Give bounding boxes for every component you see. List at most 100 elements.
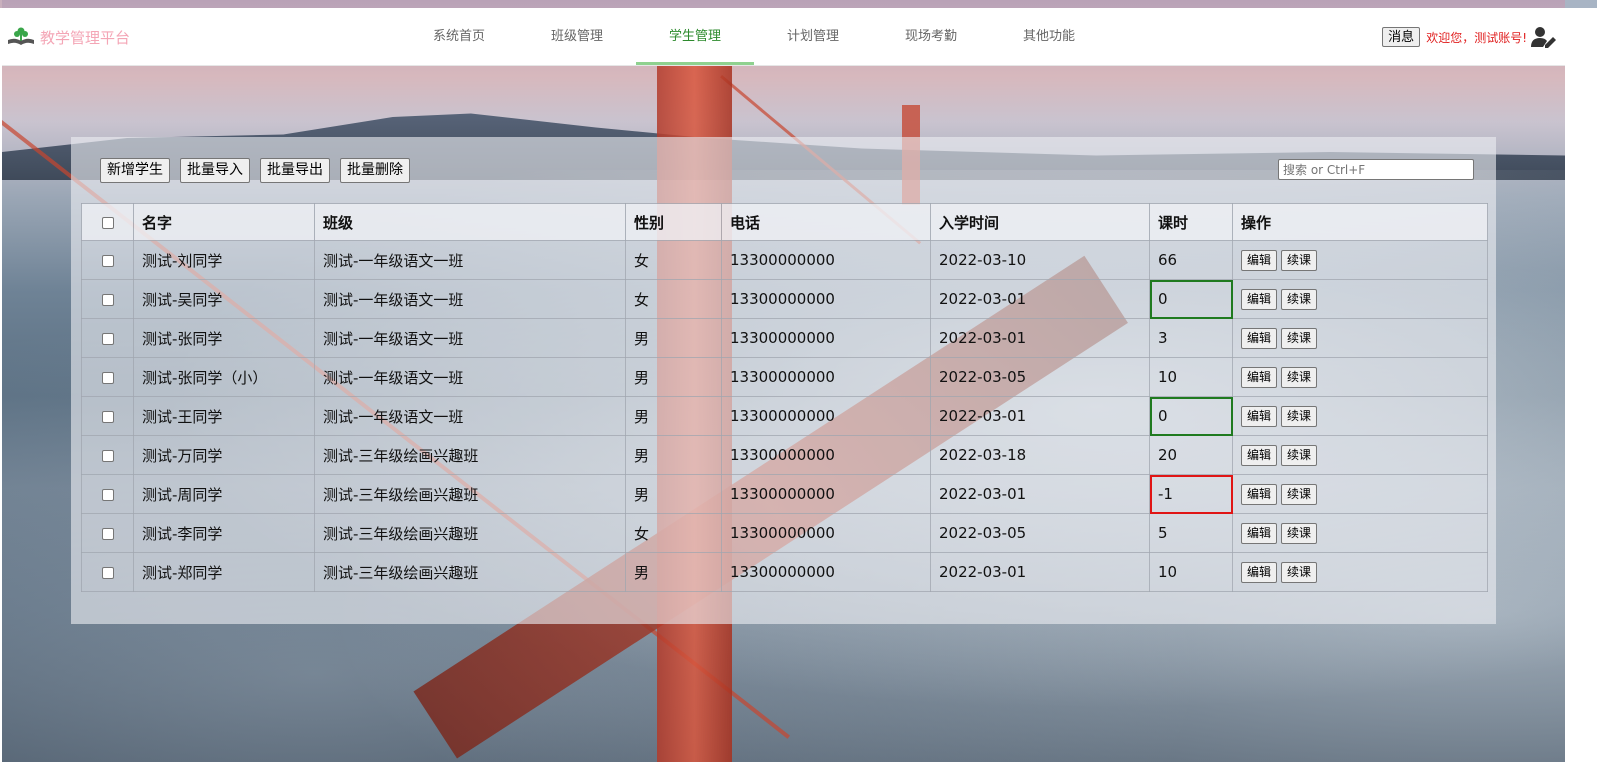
student-gender: 女 <box>625 240 722 280</box>
table-row: 测试-万同学 测试-三年级绘画兴趣班 男 13300000000 2022-03… <box>81 435 1488 475</box>
renew-button[interactable]: 续课 <box>1281 561 1318 583</box>
student-enroll-date: 2022-03-01 <box>930 396 1150 436</box>
row-select-cell <box>81 435 134 475</box>
student-name: 测试-郑同学 <box>133 552 315 592</box>
row-actions: 编辑 续课 <box>1232 357 1488 397</box>
student-gender: 女 <box>625 513 722 553</box>
renew-button[interactable]: 续课 <box>1281 366 1318 388</box>
nav-item-other[interactable]: 其他功能 <box>990 8 1108 65</box>
nav-item-attendance[interactable]: 现场考勤 <box>872 8 990 65</box>
student-enroll-date: 2022-03-01 <box>930 318 1150 358</box>
table-row: 测试-张同学 测试-一年级语文一班 男 13300000000 2022-03-… <box>81 318 1488 358</box>
student-phone: 13300000000 <box>721 513 931 553</box>
student-class: 测试-一年级语文一班 <box>314 318 626 358</box>
student-phone: 13300000000 <box>721 357 931 397</box>
renew-button[interactable]: 续课 <box>1281 444 1318 466</box>
nav-item-classes[interactable]: 班级管理 <box>518 8 636 65</box>
row-select-cell <box>81 396 134 436</box>
student-gender: 男 <box>625 357 722 397</box>
row-select-cell <box>81 474 134 514</box>
nav-item-home[interactable]: 系统首页 <box>400 8 518 65</box>
renew-button[interactable]: 续课 <box>1281 522 1318 544</box>
row-checkbox[interactable] <box>101 527 114 540</box>
book-plant-icon <box>8 27 34 45</box>
edit-button[interactable]: 编辑 <box>1241 561 1278 583</box>
search-input[interactable] <box>1278 159 1474 180</box>
student-panel: 新增学生 批量导入 批量导出 批量删除 名字 班级 性别 电话 入学时间 课时 <box>71 137 1496 624</box>
select-all-cell <box>81 203 134 241</box>
row-select-cell <box>81 357 134 397</box>
row-actions: 编辑 续课 <box>1232 435 1488 475</box>
row-checkbox[interactable] <box>101 449 114 462</box>
header-name: 名字 <box>133 203 315 241</box>
add-student-button[interactable]: 新增学生 <box>100 158 170 183</box>
batch-delete-button[interactable]: 批量删除 <box>340 158 410 183</box>
student-enroll-date: 2022-03-05 <box>930 513 1150 553</box>
header-enroll-date: 入学时间 <box>930 203 1150 241</box>
edit-button[interactable]: 编辑 <box>1241 405 1278 427</box>
student-enroll-date: 2022-03-10 <box>930 240 1150 280</box>
student-hours: 10 <box>1149 357 1233 397</box>
student-name: 测试-周同学 <box>133 474 315 514</box>
row-actions: 编辑 续课 <box>1232 396 1488 436</box>
student-class: 测试-一年级语文一班 <box>314 279 626 319</box>
student-class: 测试-三年级绘画兴趣班 <box>314 513 626 553</box>
edit-button[interactable]: 编辑 <box>1241 327 1278 349</box>
row-actions: 编辑 续课 <box>1232 513 1488 553</box>
edit-button[interactable]: 编辑 <box>1241 483 1278 505</box>
table-row: 测试-张同学（小） 测试-一年级语文一班 男 13300000000 2022-… <box>81 357 1488 397</box>
row-actions: 编辑 续课 <box>1232 279 1488 319</box>
student-class: 测试-一年级语文一班 <box>314 357 626 397</box>
logo[interactable]: 教学管理平台 <box>6 25 130 49</box>
student-hours: 20 <box>1149 435 1233 475</box>
batch-import-button[interactable]: 批量导入 <box>180 158 250 183</box>
student-class: 测试-一年级语文一班 <box>314 240 626 280</box>
renew-button[interactable]: 续课 <box>1281 405 1318 427</box>
row-select-cell <box>81 318 134 358</box>
student-enroll-date: 2022-03-01 <box>930 474 1150 514</box>
student-gender: 男 <box>625 435 722 475</box>
row-checkbox[interactable] <box>101 293 114 306</box>
select-all-checkbox[interactable] <box>101 216 114 229</box>
batch-export-button[interactable]: 批量导出 <box>260 158 330 183</box>
table-row: 测试-李同学 测试-三年级绘画兴趣班 女 13300000000 2022-03… <box>81 513 1488 553</box>
row-select-cell <box>81 513 134 553</box>
row-actions: 编辑 续课 <box>1232 552 1488 592</box>
student-phone: 13300000000 <box>721 552 931 592</box>
edit-button[interactable]: 编辑 <box>1241 288 1278 310</box>
edit-button[interactable]: 编辑 <box>1241 366 1278 388</box>
student-enroll-date: 2022-03-05 <box>930 357 1150 397</box>
row-checkbox[interactable] <box>101 566 114 579</box>
row-select-cell <box>81 240 134 280</box>
row-checkbox[interactable] <box>101 371 114 384</box>
student-phone: 13300000000 <box>721 435 931 475</box>
renew-button[interactable]: 续课 <box>1281 249 1318 271</box>
nav-item-plans[interactable]: 计划管理 <box>754 8 872 65</box>
messages-button[interactable]: 消息 <box>1382 27 1421 47</box>
row-select-cell <box>81 552 134 592</box>
row-checkbox[interactable] <box>101 254 114 267</box>
row-select-cell <box>81 279 134 319</box>
edit-button[interactable]: 编辑 <box>1241 522 1278 544</box>
student-enroll-date: 2022-03-18 <box>930 435 1150 475</box>
nav-item-students[interactable]: 学生管理 <box>636 8 754 65</box>
renew-button[interactable]: 续课 <box>1281 483 1318 505</box>
student-name: 测试-吴同学 <box>133 279 315 319</box>
edit-button[interactable]: 编辑 <box>1241 444 1278 466</box>
edit-button[interactable]: 编辑 <box>1241 249 1278 271</box>
student-gender: 男 <box>625 318 722 358</box>
main-nav: 系统首页 班级管理 学生管理 计划管理 现场考勤 其他功能 <box>400 8 1108 65</box>
student-hours: 5 <box>1149 513 1233 553</box>
row-checkbox[interactable] <box>101 410 114 423</box>
student-hours: 10 <box>1149 552 1233 592</box>
student-hours: 0 <box>1149 396 1233 436</box>
row-checkbox[interactable] <box>101 332 114 345</box>
row-actions: 编辑 续课 <box>1232 474 1488 514</box>
table-row: 测试-郑同学 测试-三年级绘画兴趣班 男 13300000000 2022-03… <box>81 552 1488 592</box>
renew-button[interactable]: 续课 <box>1281 327 1318 349</box>
student-class: 测试-一年级语文一班 <box>314 396 626 436</box>
renew-button[interactable]: 续课 <box>1281 288 1318 310</box>
row-checkbox[interactable] <box>101 488 114 501</box>
user-edit-icon[interactable] <box>1531 26 1557 48</box>
student-gender: 男 <box>625 396 722 436</box>
